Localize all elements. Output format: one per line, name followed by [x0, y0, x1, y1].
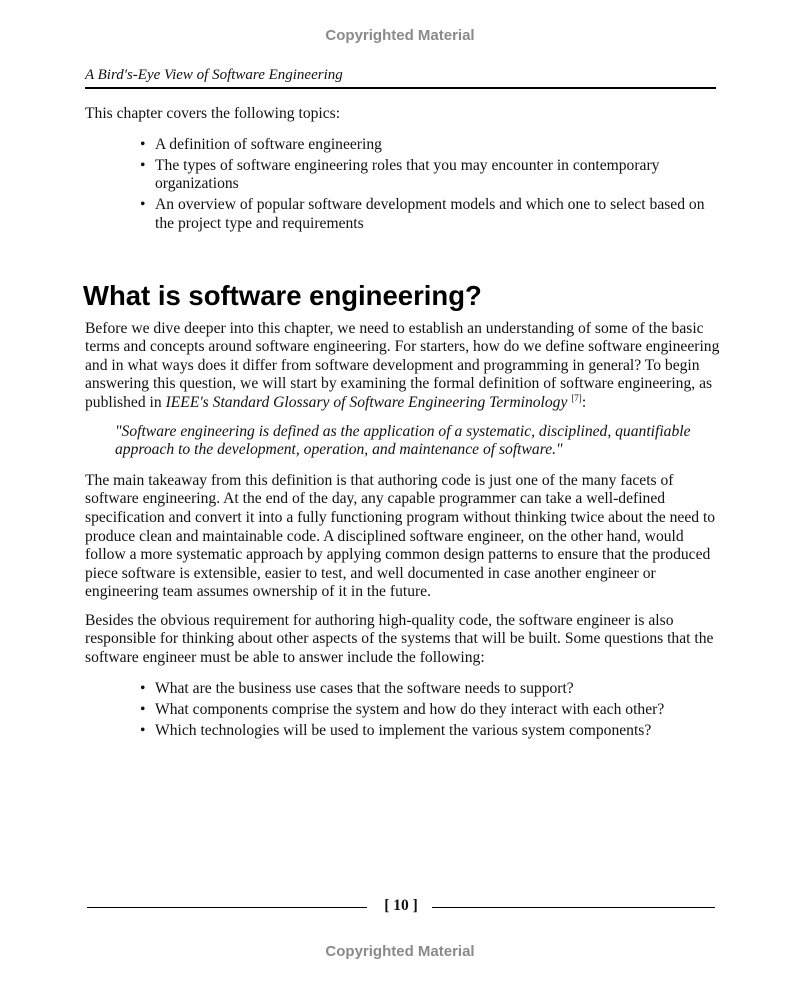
topics-list: • A definition of software engineering •… — [85, 136, 720, 234]
list-item: • What are the business use cases that t… — [85, 680, 720, 699]
page-content: This chapter covers the following topics… — [83, 105, 720, 743]
source-title: IEEE's Standard Glossary of Software Eng… — [165, 393, 568, 411]
citation-reference[interactable]: [7] — [571, 393, 582, 403]
list-item-text: What are the business use cases that the… — [155, 679, 574, 697]
list-item: • An overview of popular software develo… — [85, 196, 720, 233]
list-item: • Which technologies will be used to imp… — [85, 722, 720, 741]
page-number: [ 10 ] — [384, 897, 418, 914]
list-item: • A definition of software engineering — [85, 136, 720, 155]
paragraph-definition-intro: Before we dive deeper into this chapter,… — [85, 320, 720, 413]
footer-rule-right — [432, 907, 715, 908]
page-footer: [ 10 ] — [87, 897, 715, 926]
running-header: A Bird's-Eye View of Software Engineerin… — [85, 67, 716, 89]
section-title: What is software engineering? — [83, 279, 482, 311]
bullet-icon: • — [140, 135, 146, 153]
paragraph-responsibilities: Besides the obvious requirement for auth… — [85, 611, 714, 667]
paragraph-takeaway: The main takeaway from this definition i… — [85, 471, 716, 601]
paragraph-end-punctuation: : — [581, 393, 587, 411]
copyright-watermark-top: Copyrighted Material — [325, 27, 475, 44]
list-item-text: What components comprise the system and … — [155, 700, 665, 718]
list-item: • The types of software engineering role… — [85, 157, 720, 194]
copyright-watermark-bottom: Copyrighted Material — [325, 943, 475, 960]
list-item: • What components comprise the system an… — [85, 701, 720, 720]
bullet-icon: • — [140, 700, 146, 718]
list-item-text: A definition of software engineering — [155, 135, 382, 153]
list-item-text: Which technologies will be used to imple… — [155, 721, 652, 739]
bullet-icon: • — [140, 196, 146, 214]
list-item-text: An overview of popular software developm… — [155, 196, 705, 232]
definition-quote: "Software engineering is defined as the … — [115, 422, 691, 459]
bullet-icon: • — [140, 156, 146, 174]
bullet-icon: • — [140, 679, 146, 697]
list-item-text: The types of software engineering roles … — [155, 156, 660, 193]
bullet-icon: • — [140, 721, 146, 739]
questions-list: • What are the business use cases that t… — [85, 680, 720, 741]
intro-text: This chapter covers the following topics… — [85, 105, 341, 122]
